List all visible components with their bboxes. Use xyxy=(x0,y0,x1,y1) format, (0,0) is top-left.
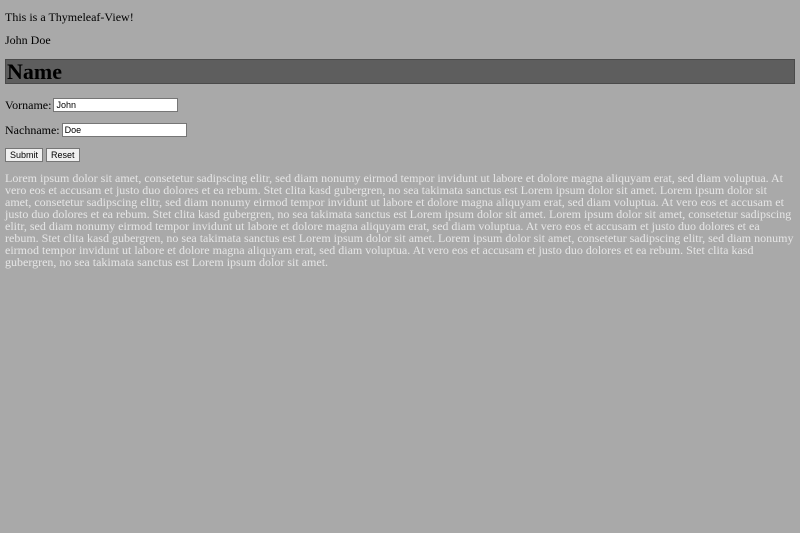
form-buttons: Submit Reset xyxy=(5,148,80,162)
first-name-label: Vorname: xyxy=(5,98,52,112)
last-name-label: Nachname: xyxy=(5,123,60,137)
last-name-input[interactable] xyxy=(61,123,187,137)
submit-button[interactable]: Submit xyxy=(5,148,44,162)
last-name-row: Nachname: xyxy=(5,122,187,138)
first-name-row: Vorname: xyxy=(5,97,179,113)
section-title: Name xyxy=(7,59,62,84)
first-name-input[interactable] xyxy=(53,98,179,112)
intro-text: This is a Thymeleaf-View! xyxy=(5,10,134,24)
section-header: Name xyxy=(5,59,795,84)
lorem-paragraph: Lorem ipsum dolor sit amet, consetetur s… xyxy=(5,171,794,269)
reset-button[interactable]: Reset xyxy=(46,148,80,162)
user-name: John Doe xyxy=(5,33,51,47)
